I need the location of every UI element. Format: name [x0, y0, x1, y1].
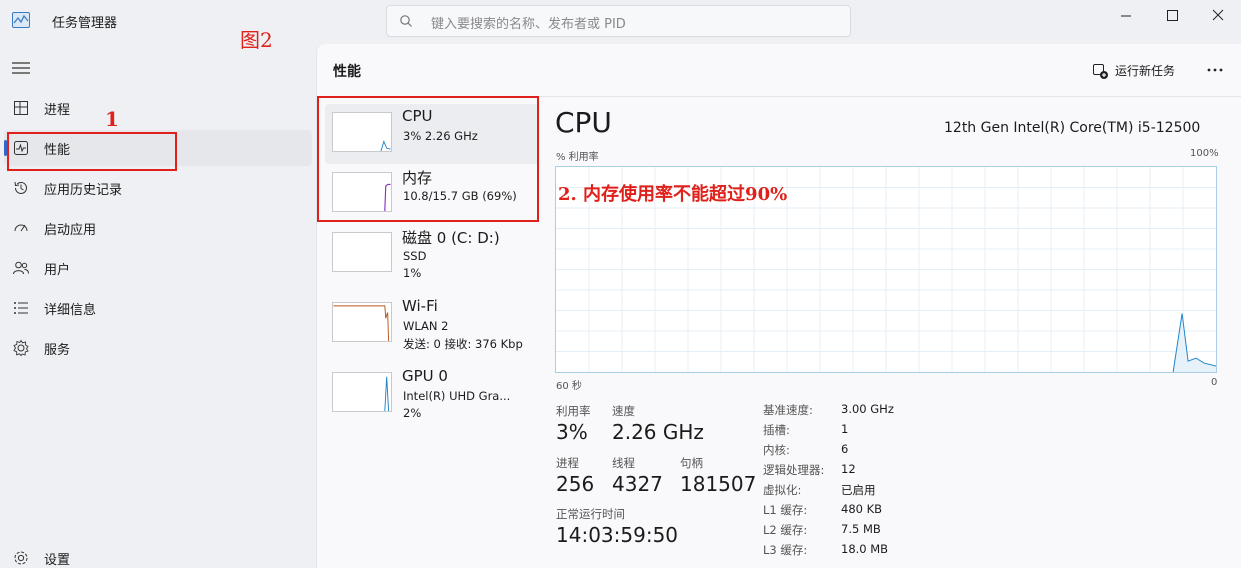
spec-label: 虚拟化: — [763, 483, 802, 497]
search-box[interactable]: 键入要搜索的名称、发布者或 PID — [386, 5, 851, 37]
spec-value: 18.0 MB — [841, 542, 889, 556]
annotation-figure-label: 图2 — [240, 28, 273, 52]
sidebar-item-users[interactable]: 用户 — [4, 250, 312, 286]
spec-label: 内核: — [763, 443, 790, 457]
minimize-button[interactable] — [1103, 4, 1149, 28]
resource-gpu[interactable]: GPU 0 Intel(R) UHD Gra... 2% — [325, 364, 539, 424]
spec-value: 12 — [841, 462, 856, 476]
spec-label: 插槽: — [763, 423, 790, 437]
stat-value: 2.26 GHz — [612, 420, 704, 444]
new-task-icon — [1093, 64, 1108, 79]
resource-detail: 1% — [403, 266, 422, 280]
stat-label: 线程 — [612, 456, 635, 470]
spec-label: 基准速度: — [763, 403, 813, 417]
stat-label: 利用率 — [556, 404, 591, 418]
spec-value: 480 KB — [841, 502, 883, 516]
maximize-button[interactable] — [1149, 4, 1195, 28]
resource-disk[interactable]: 磁盘 0 (C: D:) SSD 1% — [325, 224, 539, 284]
services-icon — [13, 339, 29, 357]
stat-label: 进程 — [556, 456, 579, 470]
y-axis-label: % 利用率 — [556, 152, 599, 163]
y-axis-max: 100% — [1190, 148, 1219, 159]
wifi-thumbnail-graph — [332, 302, 392, 342]
settings-icon — [14, 551, 28, 565]
cpu-model: 12th Gen Intel(R) Core(TM) i5-12500 — [944, 120, 1201, 136]
resource-detail: WLAN 2 — [403, 319, 449, 333]
sidebar-item-services[interactable]: 服务 — [4, 330, 312, 366]
menu-icon[interactable] — [12, 62, 30, 74]
history-icon — [14, 181, 27, 194]
more-options-icon[interactable] — [1205, 60, 1225, 80]
resource-name: 磁盘 0 (C: D:) — [402, 229, 500, 247]
search-input[interactable]: 键入要搜索的名称、发布者或 PID — [431, 13, 626, 32]
resource-detail: Intel(R) UHD Gra... — [403, 389, 511, 403]
stat-label: 句柄 — [680, 456, 703, 470]
stat-label: 正常运行时间 — [556, 507, 625, 521]
startup-icon — [14, 224, 28, 232]
annotation-step-1: 1 — [105, 107, 119, 131]
spec-value: 6 — [841, 442, 849, 456]
spec-value: 7.5 MB — [841, 522, 881, 536]
spec-value: 已启用 — [841, 483, 876, 497]
sidebar-item-processes[interactable]: 进程 — [4, 90, 312, 126]
spec-label: L2 缓存: — [763, 523, 808, 537]
stat-value: 14:03:59:50 — [556, 523, 679, 547]
sidebar-item-label: 用户 — [44, 263, 71, 278]
stat-value: 181507 — [680, 472, 757, 496]
page-title: 性能 — [333, 64, 361, 80]
resource-detail: 发送: 0 接收: 376 Kbp — [403, 337, 523, 351]
sidebar-item-label: 详细信息 — [44, 303, 97, 318]
sidebar-item-startup[interactable]: 启动应用 — [4, 210, 312, 246]
search-icon — [400, 15, 412, 27]
processes-icon — [14, 101, 28, 115]
sidebar-item-app-history[interactable]: 应用历史记录 — [4, 170, 312, 206]
sidebar-item-label: 服务 — [44, 343, 71, 358]
detail-title: CPU — [555, 106, 612, 139]
sidebar-item-label: 启动应用 — [44, 223, 97, 238]
spec-value: 3.00 GHz — [841, 402, 894, 416]
gpu-thumbnail-graph — [332, 372, 392, 412]
sidebar: 进程 性能 应用历史记录 启动应用 用户 详细信息 服务 设置 — [0, 44, 316, 568]
stat-value: 4327 — [612, 472, 663, 496]
close-button[interactable] — [1195, 4, 1241, 28]
disk-thumbnail-graph — [332, 232, 392, 272]
sidebar-item-settings[interactable]: 设置 — [4, 540, 312, 568]
spec-label: 逻辑处理器: — [763, 463, 825, 477]
title-bar: 任务管理器 键入要搜索的名称、发布者或 PID — [0, 0, 1241, 44]
resource-name: Wi-Fi — [402, 297, 438, 315]
resource-detail: SSD — [403, 249, 427, 263]
stat-value: 256 — [556, 472, 595, 496]
sidebar-item-details[interactable]: 详细信息 — [4, 290, 312, 326]
stat-label: 速度 — [612, 404, 635, 418]
x-axis-left: 60 秒 — [556, 381, 582, 392]
spec-label: L3 缓存: — [763, 543, 808, 557]
resource-wifi[interactable]: Wi-Fi WLAN 2 发送: 0 接收: 376 Kbp — [325, 294, 539, 354]
run-new-task-label: 运行新任务 — [1115, 64, 1176, 78]
users-icon — [13, 261, 29, 275]
annotation-box-cpu-memory — [317, 96, 539, 222]
task-manager-icon — [12, 12, 30, 28]
sidebar-item-label: 应用历史记录 — [44, 183, 123, 198]
resource-detail: 2% — [403, 406, 422, 420]
sidebar-item-label: 设置 — [44, 553, 71, 568]
spec-value: 1 — [841, 422, 849, 436]
stat-value: 3% — [556, 420, 588, 444]
annotation-box-performance — [7, 132, 177, 171]
x-axis-right: 0 — [1211, 377, 1218, 388]
sidebar-item-label: 进程 — [44, 103, 71, 118]
spec-label: L1 缓存: — [763, 503, 808, 517]
app-title: 任务管理器 — [52, 16, 118, 31]
resource-name: GPU 0 — [402, 367, 448, 385]
details-icon — [14, 302, 28, 314]
annotation-step-2: 2. 内存使用率不能超过90% — [558, 184, 788, 205]
